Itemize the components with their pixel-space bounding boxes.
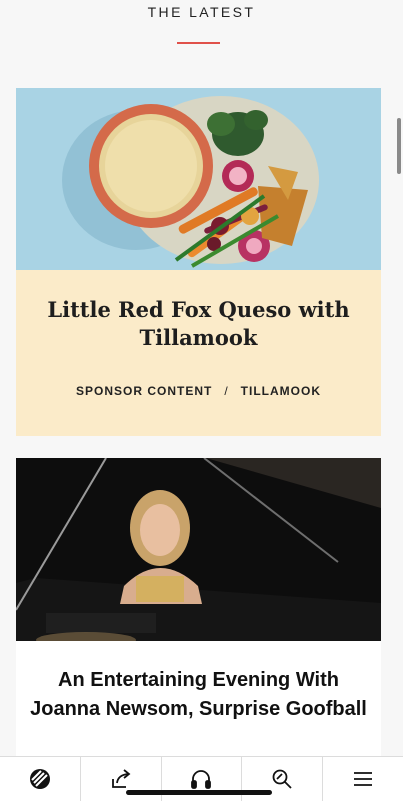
meta-separator: / <box>224 384 229 398</box>
article-title[interactable]: An Entertaining Evening With Joanna News… <box>30 666 367 724</box>
search-icon <box>272 769 292 789</box>
article-card-sponsored[interactable]: Little Red Fox Queso with Tillamook SPON… <box>16 88 381 436</box>
section-divider <box>177 42 220 44</box>
article-card[interactable]: An Entertaining Evening With Joanna News… <box>16 458 381 778</box>
article-image-queso[interactable] <box>16 88 381 270</box>
queso-platter-photo <box>16 88 381 270</box>
section-title: THE LATEST <box>147 4 256 20</box>
logo-icon <box>29 769 50 789</box>
headphones-icon <box>191 770 212 789</box>
tab-menu[interactable] <box>323 757 403 801</box>
pianist-photo <box>16 458 381 641</box>
article-meta: SPONSOR CONTENT / TILLAMOOK <box>16 384 381 398</box>
article-title[interactable]: Little Red Fox Queso with Tillamook <box>36 296 361 352</box>
share-icon <box>111 769 131 788</box>
section-header: THE LATEST <box>0 0 403 60</box>
sponsor-link[interactable]: TILLAMOOK <box>241 384 321 398</box>
tab-home[interactable] <box>0 757 81 801</box>
menu-icon <box>354 772 373 786</box>
article-image-pianist[interactable] <box>16 458 381 641</box>
scrollbar[interactable] <box>397 118 401 174</box>
category-link[interactable]: SPONSOR CONTENT <box>76 384 212 398</box>
home-indicator[interactable] <box>126 790 272 795</box>
